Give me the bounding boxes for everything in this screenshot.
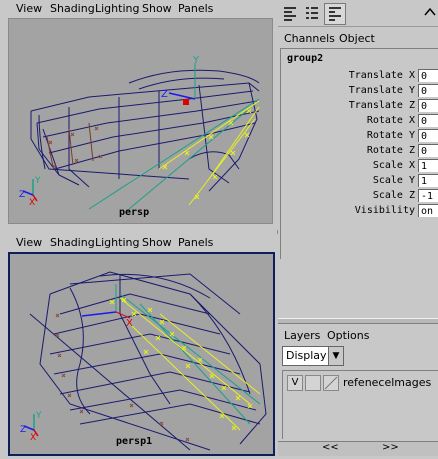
attribute-label[interactable]: Rotate Z <box>367 145 415 156</box>
scroll-left-button[interactable]: << <box>322 442 339 453</box>
layer-color-swatch[interactable] <box>323 375 339 391</box>
layer-list: V refenecelmages <box>282 370 438 439</box>
attribute-value-field[interactable]: 0 <box>418 144 438 157</box>
camera-label: persp <box>119 207 150 218</box>
attribute-label[interactable]: Rotate X <box>367 115 415 126</box>
attribute-value-field[interactable]: 0 <box>418 129 438 142</box>
attribute-label[interactable]: Rotate Y <box>367 130 415 141</box>
svg-text:Z: Z <box>20 425 26 435</box>
svg-text:Z: Z <box>161 89 168 100</box>
svg-text:Y: Y <box>34 176 41 186</box>
svg-text:Z: Z <box>19 190 25 200</box>
menu-show[interactable]: Show <box>142 236 172 249</box>
attribute-row[interactable]: Scale Z -1 <box>281 189 438 204</box>
svg-text:Y: Y <box>192 55 200 66</box>
layer-editor-menubar: Layers Options <box>278 327 438 343</box>
channel-toolbar <box>278 0 438 27</box>
chevron-down-icon[interactable]: ▼ <box>328 346 344 366</box>
attribute-value-field[interactable]: -1 <box>418 189 438 202</box>
attribute-label[interactable]: Scale Z <box>373 190 415 201</box>
svg-text:X: X <box>29 198 35 208</box>
scroll-right-button[interactable]: >> <box>382 442 399 453</box>
attribute-list-icon[interactable] <box>302 3 322 23</box>
menu-options[interactable]: Options <box>327 329 369 342</box>
viewport-menubar: View Shading Lighting Show Panels <box>0 234 278 252</box>
menu-lighting[interactable]: Lighting <box>95 2 139 15</box>
channel-box-menubar: Channels Object <box>278 30 438 46</box>
svg-text:X: X <box>126 318 133 329</box>
attribute-row[interactable]: Scale Y1 <box>281 174 438 189</box>
layer-visibility-toggle[interactable]: V <box>287 375 303 391</box>
attribute-row[interactable]: Scale X1 <box>281 159 438 174</box>
attribute-value-field[interactable]: 0 <box>418 114 438 127</box>
layer-editor-icon[interactable] <box>324 3 346 25</box>
wireframe-bottom: X Y Z X <box>20 271 267 451</box>
channel-box-icon[interactable] <box>280 3 300 23</box>
object-name[interactable]: group2 <box>287 53 323 64</box>
menu-shading[interactable]: Shading <box>50 236 95 249</box>
attribute-row[interactable]: Rotate X0 <box>281 114 438 129</box>
menu-object[interactable]: Object <box>339 32 375 45</box>
attribute-value-field[interactable]: on <box>418 204 438 217</box>
layer-mode-dropdown[interactable]: Display ▼ <box>282 346 344 366</box>
attribute-row[interactable]: Rotate Y0 <box>281 129 438 144</box>
layer-template-toggle[interactable] <box>305 375 321 391</box>
horizontal-scrollbar[interactable]: << >> <box>278 441 438 456</box>
viewport-persp1[interactable]: X Y Z X persp1 <box>8 252 275 456</box>
layer-mode-value[interactable]: Display <box>282 346 331 366</box>
wireframe-top: Y Z Y Z X <box>19 55 260 210</box>
attribute-label[interactable]: Translate Z <box>349 100 415 111</box>
menu-view[interactable]: View <box>16 2 42 15</box>
expand-icon[interactable] <box>422 3 438 23</box>
svg-text:Y: Y <box>35 411 42 421</box>
attribute-row[interactable]: Translate Y0 <box>281 84 438 99</box>
attribute-value-field[interactable]: 0 <box>418 69 438 82</box>
menu-lighting[interactable]: Lighting <box>95 236 139 249</box>
attribute-label[interactable]: Translate Y <box>349 85 415 96</box>
attribute-value-field[interactable]: 1 <box>418 159 438 172</box>
channel-box: group2 Translate X 0 Translate Y 0 Translate… <box>280 48 438 259</box>
viewport-persp[interactable]: Y Z Y Z X persp <box>8 18 273 224</box>
attribute-row[interactable]: Rotate Z0 <box>281 144 438 159</box>
viewport-menubar: View Shading Lighting Show Panels <box>0 0 278 18</box>
menu-channels[interactable]: Channels <box>284 32 335 45</box>
menu-shading[interactable]: Shading <box>50 2 95 15</box>
attribute-row[interactable]: Translate X0 <box>281 69 438 84</box>
viewport-panel-top: View Shading Lighting Show Panels Y Z Y … <box>0 0 278 230</box>
menu-layers[interactable]: Layers <box>284 329 320 342</box>
attribute-label[interactable]: Visibility <box>355 205 415 216</box>
attribute-label[interactable]: Scale X <box>373 160 415 171</box>
attribute-value-field[interactable]: 0 <box>418 99 438 112</box>
pane-divider[interactable] <box>278 318 438 324</box>
menu-view[interactable]: View <box>16 236 42 249</box>
menu-panels[interactable]: Panels <box>178 2 213 15</box>
attribute-value-field[interactable]: 0 <box>418 84 438 97</box>
viewport-panel-bottom: View Shading Lighting Show Panels X Y Z … <box>0 234 278 459</box>
attribute-label[interactable]: Translate X <box>349 70 415 81</box>
layer-row[interactable]: V refenecelmages <box>285 375 437 391</box>
svg-text:X: X <box>30 433 36 443</box>
attribute-label[interactable]: Scale Y <box>373 175 415 186</box>
menu-panels[interactable]: Panels <box>178 236 213 249</box>
camera-label: persp1 <box>116 436 153 447</box>
menu-show[interactable]: Show <box>142 2 172 15</box>
attribute-row[interactable]: Visibility on <box>281 204 438 219</box>
attribute-value-field[interactable]: 1 <box>418 174 438 187</box>
layer-name[interactable]: refenecelmages <box>343 376 431 389</box>
attribute-row[interactable]: Translate Z0 <box>281 99 438 114</box>
